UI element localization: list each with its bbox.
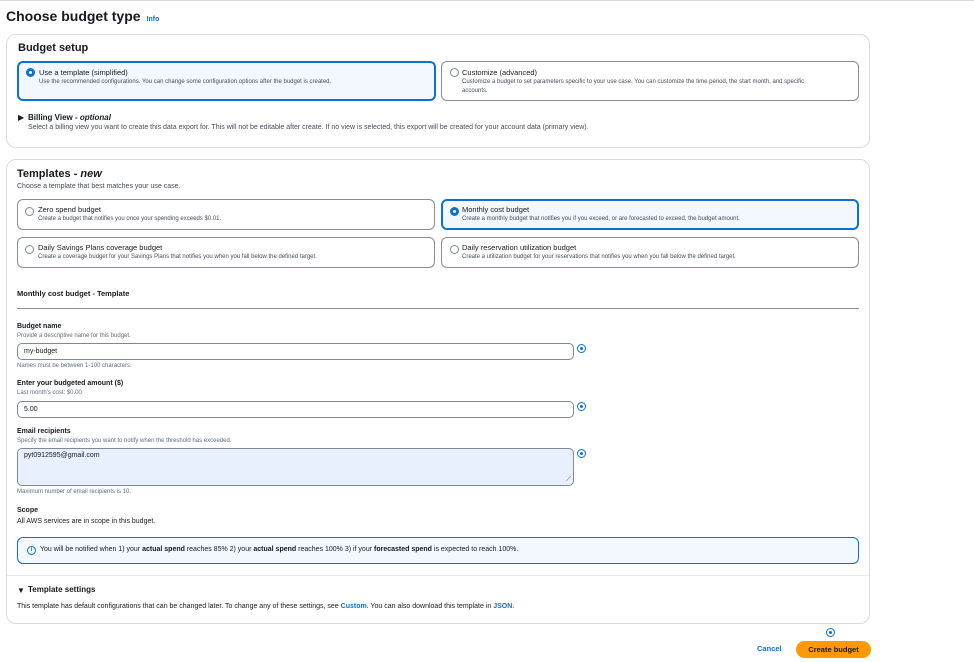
amount-input[interactable]: 5.00 — [17, 401, 574, 418]
email-value: pyt0912595@gmail.com — [24, 452, 100, 459]
template-reservation-desc: Create a utilization budget for your res… — [462, 254, 736, 260]
radio-savings-plans[interactable] — [25, 245, 34, 254]
templates-heading-text: Templates — [17, 168, 71, 180]
email-label: Email recipients — [17, 428, 71, 435]
radio-reservation-utilization[interactable] — [450, 245, 459, 254]
amount-label: Enter your budgeted amount ($) — [17, 380, 124, 387]
budget-setup-panel: Budget setup Use a template (simplified)… — [6, 34, 870, 148]
template-settings-text: This template has default configurations… — [17, 603, 515, 610]
billing-view-desc: Select a billing view you want to create… — [28, 124, 589, 131]
custom-link[interactable]: Custom — [341, 603, 367, 610]
amount-desc: Last month's cost: $0.00 — [17, 390, 82, 396]
option-customize-desc-2: accounts. — [462, 88, 488, 94]
scope-text: All AWS services are in scope in this bu… — [17, 518, 156, 525]
billing-view-toggle[interactable]: Billing View - optional — [28, 113, 111, 122]
billing-view-title: Billing View — [28, 113, 73, 122]
radio-monthly-cost[interactable] — [450, 207, 459, 216]
template-settings-toggle[interactable]: Template settings — [28, 585, 95, 594]
templates-desc: Choose a template that best matches your… — [17, 183, 181, 190]
email-desc: Specify the email recipients you want to… — [17, 438, 232, 444]
top-divider — [0, 0, 974, 1]
option-use-template[interactable]: Use a template (simplified) Use the reco… — [17, 61, 436, 101]
template-reservation-utilization[interactable]: Daily reservation utilization budget Cre… — [441, 237, 859, 268]
notification-alert: i You will be notified when 1) your actu… — [17, 537, 859, 564]
option-customize-desc-1: Customize a budget to set parameters spe… — [462, 79, 805, 85]
add-circle-icon[interactable] — [577, 449, 586, 458]
template-savings-plans[interactable]: Daily Savings Plans coverage budget Crea… — [17, 237, 435, 268]
budget-name-input[interactable]: my-budget — [17, 343, 574, 360]
cancel-button[interactable]: Cancel — [757, 644, 782, 653]
template-monthly-cost-desc: Create a monthly budget that notifies yo… — [462, 216, 740, 222]
radio-zero-spend[interactable] — [25, 207, 34, 216]
option-customize-label: Customize (advanced) — [462, 68, 538, 77]
budget-name-hint: Names must be between 1-100 characters. — [17, 363, 132, 369]
option-use-template-desc: Use the recommended configurations. You … — [39, 79, 332, 85]
template-monthly-cost[interactable]: Monthly cost budget Create a monthly bud… — [441, 199, 859, 230]
budget-name-desc: Provide a descriptive name for this budg… — [17, 333, 131, 339]
caret-down-icon[interactable]: ▼ — [17, 586, 25, 595]
option-customize[interactable]: Customize (advanced) Customize a budget … — [441, 61, 859, 101]
section-divider — [17, 308, 859, 309]
email-hint: Maximum number of email recipients is 10… — [17, 489, 132, 495]
radio-use-template[interactable] — [26, 68, 35, 77]
templates-new-badge: new — [80, 168, 102, 180]
budget-setup-heading: Budget setup — [18, 42, 89, 54]
caret-right-icon[interactable]: ▶ — [18, 113, 24, 122]
add-circle-icon[interactable] — [826, 628, 835, 637]
json-link[interactable]: JSON — [493, 603, 512, 610]
resize-handle-icon[interactable]: ⟋ — [566, 476, 571, 484]
add-circle-icon[interactable] — [577, 344, 586, 353]
budget-name-label: Budget name — [17, 323, 62, 330]
page-header: Choose budget type Info — [6, 8, 159, 24]
template-reservation-label: Daily reservation utilization budget — [462, 243, 577, 252]
scope-label: Scope — [17, 507, 39, 514]
add-circle-icon[interactable] — [577, 402, 586, 411]
template-section-title: Monthly cost budget - Template — [17, 289, 130, 298]
template-savings-plans-label: Daily Savings Plans coverage budget — [38, 243, 163, 252]
option-use-template-label: Use a template (simplified) — [39, 68, 128, 77]
email-recipients-textarea[interactable]: pyt0912595@gmail.com ⟋ — [17, 448, 574, 486]
template-settings-divider — [7, 575, 869, 576]
template-zero-spend-desc: Create a budget that notifies you once y… — [38, 216, 222, 222]
template-savings-plans-desc: Create a coverage budget for your Saving… — [38, 254, 317, 260]
alert-text: You will be notified when 1) your actual… — [40, 546, 519, 553]
info-icon: i — [27, 546, 36, 555]
page-title: Choose budget type — [6, 8, 141, 24]
info-link[interactable]: Info — [147, 16, 160, 23]
templates-heading: Templates - new — [17, 168, 102, 180]
template-zero-spend-label: Zero spend budget — [38, 205, 101, 214]
template-monthly-cost-label: Monthly cost budget — [462, 205, 530, 214]
template-zero-spend[interactable]: Zero spend budget Create a budget that n… — [17, 199, 435, 230]
billing-view-optional: optional — [79, 113, 111, 122]
create-budget-button[interactable]: Create budget — [796, 641, 871, 658]
templates-panel: Templates - new Choose a template that b… — [6, 159, 870, 624]
radio-customize[interactable] — [450, 68, 459, 77]
